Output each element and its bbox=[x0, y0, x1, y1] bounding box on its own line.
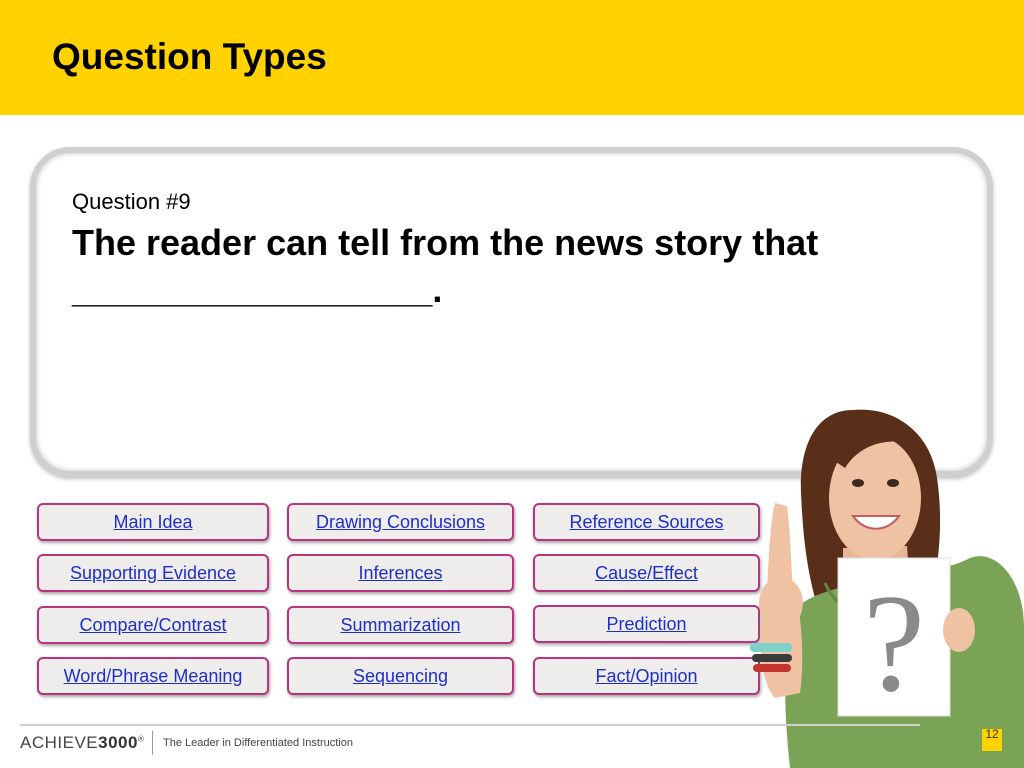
inferences-link[interactable]: Inferences bbox=[358, 563, 442, 584]
compare-contrast-link[interactable]: Compare/Contrast bbox=[79, 615, 226, 636]
page-title: Question Types bbox=[52, 36, 327, 77]
compare-contrast-button[interactable]: Compare/Contrast bbox=[37, 606, 269, 644]
supporting-evidence-button[interactable]: Supporting Evidence bbox=[37, 554, 269, 592]
inferences-button[interactable]: Inferences bbox=[287, 554, 514, 592]
sequencing-button[interactable]: Sequencing bbox=[287, 657, 514, 695]
summarization-link[interactable]: Summarization bbox=[340, 615, 460, 636]
prediction-link[interactable]: Prediction bbox=[606, 614, 686, 635]
left-eye-shape bbox=[852, 479, 864, 487]
brand-suffix: 3000 bbox=[98, 733, 138, 752]
brand-logo: ACHIEVE3000® bbox=[20, 733, 144, 753]
right-eye-shape bbox=[887, 479, 899, 487]
fact-opinion-button[interactable]: Fact/Opinion bbox=[533, 657, 760, 695]
drawing-conclusions-button[interactable]: Drawing Conclusions bbox=[287, 503, 514, 541]
brand-divider bbox=[152, 731, 153, 755]
main-idea-link[interactable]: Main Idea bbox=[113, 512, 192, 533]
question-text: The reader can tell from the news story … bbox=[72, 222, 819, 310]
main-idea-button[interactable]: Main Idea bbox=[37, 503, 269, 541]
bracelet-shape bbox=[752, 654, 792, 662]
supporting-evidence-link[interactable]: Supporting Evidence bbox=[70, 563, 236, 584]
holding-hand-shape bbox=[943, 608, 975, 652]
fact-opinion-link[interactable]: Fact/Opinion bbox=[595, 666, 697, 687]
tagline: The Leader in Differentiated Instruction bbox=[163, 737, 353, 749]
brand-trademark: ® bbox=[137, 734, 145, 744]
student-illustration: ? bbox=[750, 409, 1024, 768]
sequencing-link[interactable]: Sequencing bbox=[353, 666, 448, 687]
bracelet-shape bbox=[753, 664, 791, 672]
cause-effect-link[interactable]: Cause/Effect bbox=[595, 563, 698, 584]
word-phrase-meaning-link[interactable]: Word/Phrase Meaning bbox=[64, 666, 243, 687]
question-mark-icon: ? bbox=[863, 566, 925, 721]
prediction-button[interactable]: Prediction bbox=[533, 605, 760, 643]
footer-divider bbox=[20, 724, 920, 726]
raised-hand-shape bbox=[759, 577, 803, 629]
cause-effect-button[interactable]: Cause/Effect bbox=[533, 554, 760, 592]
bracelet-shape bbox=[750, 643, 792, 652]
summarization-button[interactable]: Summarization bbox=[287, 606, 514, 644]
question-number: Question #9 bbox=[72, 189, 191, 214]
brand-prefix: ACHIEVE bbox=[20, 733, 99, 752]
drawing-conclusions-link[interactable]: Drawing Conclusions bbox=[316, 512, 485, 533]
reference-sources-link[interactable]: Reference Sources bbox=[569, 512, 723, 533]
header-bar: Question Types bbox=[0, 0, 1024, 115]
slide-number: 12 bbox=[982, 728, 1002, 751]
reference-sources-button[interactable]: Reference Sources bbox=[533, 503, 760, 541]
word-phrase-meaning-button[interactable]: Word/Phrase Meaning bbox=[37, 657, 269, 695]
